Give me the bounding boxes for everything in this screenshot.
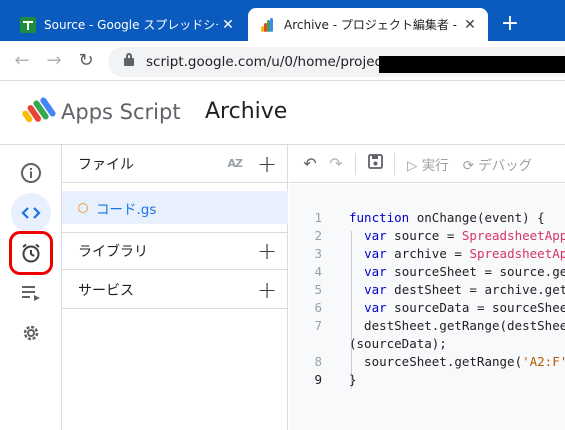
google-sheets-icon (20, 16, 36, 33)
code-text: archive = (386, 246, 470, 261)
info-icon (21, 163, 41, 183)
files-panel: ファイル AZ + コード.gs ライブラリ + サービス + (62, 145, 288, 430)
play-icon: ▷ (407, 157, 418, 174)
line-number: 4 (314, 264, 322, 279)
code-text: destSheet = archive.getSheetByName (394, 282, 565, 297)
code-line: } (349, 372, 357, 387)
back-arrow-icon[interactable]: ← (10, 49, 34, 73)
add-library-button[interactable]: + (256, 237, 278, 265)
redo-icon[interactable]: ↷ (323, 154, 349, 173)
editor-button[interactable] (11, 193, 51, 233)
line-number: 5 (314, 282, 322, 297)
line-number: 9 (314, 372, 322, 387)
line-number: 3 (314, 246, 322, 261)
code-line: var sourceSheet = source.getSheetByName (349, 264, 565, 279)
line-number: 6 (314, 300, 322, 315)
alarm-clock-icon (22, 243, 40, 263)
nav-rail (0, 145, 62, 430)
code-text: source = (386, 228, 462, 243)
toolbar-divider (394, 152, 395, 175)
line-number: 7 (314, 318, 322, 333)
gear-icon (23, 325, 39, 341)
code-line: var source = SpreadsheetApp (349, 228, 565, 243)
url-text: script.google.com/u/0/home/projects/ (146, 54, 399, 70)
files-label: ファイル (78, 156, 134, 173)
apps-script-logo[interactable] (22, 95, 56, 125)
app-name: Apps Script (61, 100, 181, 124)
file-item[interactable]: コード.gs (62, 191, 288, 224)
code-keyword: function (349, 210, 410, 225)
code-line: var destSheet = archive.getSheetByName (349, 282, 565, 297)
triggers-button[interactable] (9, 231, 53, 275)
code-text: sourceData = sourceSheet.getRange (394, 300, 565, 315)
code-line: function onChange(event) { (349, 210, 545, 225)
code-keyword: var (364, 228, 387, 243)
code-class: SpreadsheetApp (469, 246, 565, 261)
file-name: コード.gs (96, 201, 157, 218)
code-editor[interactable]: 1 2 3 4 5 6 7 8 9 function onChange(even… (289, 184, 565, 430)
redacted-url-segment (379, 56, 565, 73)
settings-button[interactable] (11, 313, 51, 353)
undo-icon[interactable]: ↶ (297, 154, 323, 173)
files-header: ファイル AZ + (62, 145, 288, 183)
code-string: 'A2:F' (522, 354, 565, 369)
app-header: Apps Script Archive (0, 81, 565, 145)
close-icon[interactable]: ✕ (460, 17, 480, 33)
run-label: 実行 (421, 157, 449, 174)
code-text: sourceSheet = source.getSheetByName (394, 264, 565, 279)
file-status-icon (78, 202, 88, 213)
line-number: 1 (314, 210, 322, 225)
close-icon[interactable]: ✕ (218, 17, 238, 33)
code-line: var sourceData = sourceSheet.getRange (349, 300, 565, 315)
code-class: SpreadsheetApp (461, 228, 565, 243)
tab-archive-project[interactable]: Archive - プロジェクト編集者 - Apps Script ✕ (248, 8, 488, 41)
apps-script-icon (261, 17, 273, 32)
line-number: 2 (314, 228, 322, 243)
run-button[interactable]: ▷ 実行 (407, 154, 449, 174)
code-line: destSheet.getRange(destSheet.getLastRow (364, 318, 565, 333)
code-text: onChange(event) { (409, 210, 545, 225)
code-keyword: var (364, 282, 387, 297)
tab-title: Source - Google スプレッドシート (44, 18, 218, 32)
services-header: サービス + (62, 271, 288, 309)
save-icon[interactable] (362, 154, 388, 173)
line-number: 8 (314, 354, 322, 369)
code-text: sourceSheet.getRange( (349, 354, 523, 369)
new-tab-button[interactable]: + (497, 12, 523, 38)
add-service-button[interactable]: + (256, 276, 278, 304)
libraries-label: ライブラリ (78, 244, 148, 260)
add-file-button[interactable]: + (256, 150, 278, 178)
browser-tab-strip: Source - Google スプレッドシート ✕ Archive - プロジ… (0, 0, 565, 41)
executions-list-icon (22, 286, 40, 301)
code-keyword: var (364, 264, 387, 279)
debug-button[interactable]: ⟳ デバッグ (463, 154, 533, 174)
code-keyword: var (364, 246, 387, 261)
libraries-header: ライブラリ + (62, 232, 288, 270)
executions-button[interactable] (11, 273, 51, 313)
forward-arrow-icon[interactable]: → (42, 49, 66, 73)
editor-toolbar: ↶ ↷ ▷ 実行 ⟳ デバッグ (289, 145, 565, 183)
sort-az-icon[interactable]: AZ (228, 157, 243, 170)
lock-icon (124, 53, 134, 66)
tab-source-sheet[interactable]: Source - Google スプレッドシート ✕ (8, 8, 246, 41)
code-icon (21, 207, 41, 219)
code-keyword: var (364, 300, 387, 315)
code-line: sourceSheet.getRange('A2:F' (349, 354, 565, 369)
toolbar-divider (355, 152, 356, 175)
code-line: var archive = SpreadsheetApp (349, 246, 565, 261)
debug-label: デバッグ (478, 157, 533, 174)
services-label: サービス (78, 282, 134, 299)
project-title[interactable]: Archive (205, 99, 287, 124)
reload-icon[interactable]: ↻ (74, 49, 98, 73)
debug-icon: ⟳ (462, 157, 474, 174)
tab-title: Archive - プロジェクト編集者 - Apps Script (284, 18, 460, 32)
overview-button[interactable] (11, 153, 51, 193)
code-line-wrap: (sourceData); (349, 336, 447, 351)
